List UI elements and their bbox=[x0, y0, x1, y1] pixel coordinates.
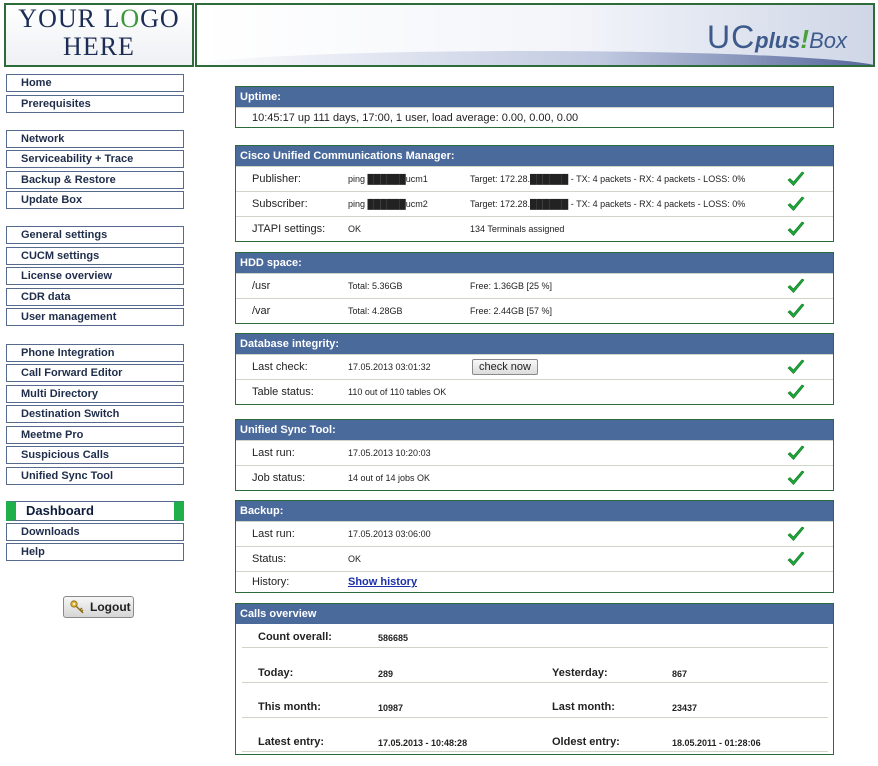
check-now-button[interactable]: check now bbox=[472, 359, 538, 375]
sync-title: Unified Sync Tool: bbox=[236, 420, 833, 440]
ok-check-icon bbox=[787, 303, 805, 319]
sync-row-job-status: Job status: 14 out of 14 jobs OK bbox=[236, 465, 833, 490]
sidebar-item-call-forward-editor[interactable]: Call Forward Editor bbox=[6, 364, 184, 382]
sidebar-item-multi-directory[interactable]: Multi Directory bbox=[6, 385, 184, 403]
calls-grid: Count overall: 586685 Today: 289 Yesterd… bbox=[236, 624, 833, 754]
uptime-panel: Uptime: 10:45:17 up 111 days, 17:00, 1 u… bbox=[235, 86, 834, 128]
cucm-panel: Cisco Unified Communications Manager: Pu… bbox=[235, 145, 834, 242]
sidebar-item-general-settings[interactable]: General settings bbox=[6, 226, 184, 244]
ok-check-icon bbox=[787, 221, 805, 237]
database-title: Database integrity: bbox=[236, 334, 833, 354]
cucm-row-jtapi: JTAPI settings: OK 134 Terminals assigne… bbox=[236, 216, 833, 241]
sidebar-item-user-management[interactable]: User management bbox=[6, 308, 184, 326]
sidebar-item-home[interactable]: Home bbox=[6, 74, 184, 92]
last-month-value: 23437 bbox=[672, 703, 698, 713]
count-overall-value: 586685 bbox=[378, 633, 409, 643]
sidebar-item-cucm-settings[interactable]: CUCM settings bbox=[6, 247, 184, 265]
cucm-row-publisher: Publisher: ping ██████ucm1 Target: 172.2… bbox=[236, 166, 833, 191]
calls-overview-title: Calls overview bbox=[236, 604, 833, 624]
logout-label: Logout bbox=[90, 600, 131, 614]
ok-check-icon bbox=[787, 359, 805, 375]
show-history-link[interactable]: Show history bbox=[348, 576, 417, 588]
last-month-label: Last month: bbox=[552, 701, 615, 713]
backup-row-last-run: Last run: 17.05.2013 03:06:00 bbox=[236, 521, 833, 546]
yesterday-label: Yesterday: bbox=[552, 667, 608, 679]
ok-check-icon bbox=[787, 445, 805, 461]
hdd-title: HDD space: bbox=[236, 253, 833, 273]
ok-check-icon bbox=[787, 470, 805, 486]
calls-overview-panel: Calls overview Count overall: 586685 Tod… bbox=[235, 603, 834, 755]
sidebar-item-meetme-pro[interactable]: Meetme Pro bbox=[6, 426, 184, 444]
divider bbox=[242, 682, 828, 683]
oldest-entry-label: Oldest entry: bbox=[552, 736, 620, 748]
hdd-panel: HDD space: /usr Total: 5.36GB Free: 1.36… bbox=[235, 252, 834, 324]
sidebar-item-help[interactable]: Help bbox=[6, 543, 184, 561]
cucm-title: Cisco Unified Communications Manager: bbox=[236, 146, 833, 166]
sidebar-item-phone-integration[interactable]: Phone Integration bbox=[6, 344, 184, 362]
sidebar-item-update-box[interactable]: Update Box bbox=[6, 191, 184, 209]
divider bbox=[242, 717, 828, 718]
backup-panel: Backup: Last run: 17.05.2013 03:06:00 St… bbox=[235, 500, 834, 593]
sidebar-item-suspicious-calls[interactable]: Suspicious Calls bbox=[6, 446, 184, 464]
latest-entry-value: 17.05.2013 - 10:48:28 bbox=[378, 738, 468, 748]
sidebar-item-unified-sync-tool[interactable]: Unified Sync Tool bbox=[6, 467, 184, 485]
sync-panel: Unified Sync Tool: Last run: 17.05.2013 … bbox=[235, 419, 834, 491]
yesterday-value: 867 bbox=[672, 669, 688, 679]
brand-logo: UCplus!Box bbox=[706, 19, 847, 55]
sidebar-item-backup-restore[interactable]: Backup & Restore bbox=[6, 171, 184, 189]
backup-row-status: Status: OK bbox=[236, 546, 833, 571]
ok-check-icon bbox=[787, 526, 805, 542]
latest-entry-label: Latest entry: bbox=[258, 736, 325, 748]
hdd-row-var: /var Total: 4.28GB Free: 2.44GB [57 %] bbox=[236, 298, 833, 323]
oldest-entry-value: 18.05.2011 - 01:28:06 bbox=[672, 738, 761, 748]
ok-check-icon bbox=[787, 196, 805, 212]
sidebar-item-downloads[interactable]: Downloads bbox=[6, 523, 184, 541]
keys-icon bbox=[70, 600, 84, 614]
sidebar-item-prerequisites[interactable]: Prerequisites bbox=[6, 95, 184, 113]
sidebar-item-cdr-data[interactable]: CDR data bbox=[6, 288, 184, 306]
logout-button[interactable]: Logout bbox=[63, 596, 134, 618]
sidebar-item-dashboard[interactable]: Dashboard bbox=[6, 501, 184, 521]
divider bbox=[242, 647, 828, 648]
this-month-value: 10987 bbox=[378, 703, 404, 713]
logo-line-1: YOUR LOGO bbox=[18, 4, 180, 33]
divider bbox=[242, 751, 828, 752]
ok-check-icon bbox=[787, 278, 805, 294]
backup-title: Backup: bbox=[236, 501, 833, 521]
uptime-row: 10:45:17 up 111 days, 17:00, 1 user, loa… bbox=[236, 107, 833, 127]
uptime-value: 10:45:17 up 111 days, 17:00, 1 user, loa… bbox=[252, 112, 579, 124]
sidebar-item-network[interactable]: Network bbox=[6, 130, 184, 148]
this-month-label: This month: bbox=[258, 701, 321, 713]
database-panel: Database integrity: Last check: 17.05.20… bbox=[235, 333, 834, 405]
sync-row-last-run: Last run: 17.05.2013 10:20:03 bbox=[236, 440, 833, 465]
count-overall-label: Count overall: bbox=[258, 631, 332, 643]
ok-check-icon bbox=[787, 171, 805, 187]
sidebar-item-destination-switch[interactable]: Destination Switch bbox=[6, 405, 184, 423]
today-label: Today: bbox=[258, 667, 294, 679]
cucm-row-subscriber: Subscriber: ping ██████ucm2 Target: 172.… bbox=[236, 191, 833, 216]
ok-check-icon bbox=[787, 384, 805, 400]
logo-placeholder: YOUR LOGO HERE bbox=[4, 3, 194, 67]
sidebar-item-serviceability-trace[interactable]: Serviceability + Trace bbox=[6, 150, 184, 168]
uptime-title: Uptime: bbox=[236, 87, 833, 107]
hdd-row-usr: /usr Total: 5.36GB Free: 1.36GB [25 %] bbox=[236, 273, 833, 298]
ok-check-icon bbox=[787, 551, 805, 567]
backup-row-history: History: Show history bbox=[236, 571, 833, 592]
database-row-table-status: Table status: 110 out of 110 tables OK bbox=[236, 379, 833, 404]
sidebar-item-license-overview[interactable]: License overview bbox=[6, 267, 184, 285]
logo-line-2: HERE bbox=[63, 32, 135, 61]
today-value: 289 bbox=[378, 669, 394, 679]
header-banner: UCplus!Box bbox=[195, 3, 875, 67]
database-row-last-check: Last check: 17.05.2013 03:01:32 check no… bbox=[236, 354, 833, 379]
